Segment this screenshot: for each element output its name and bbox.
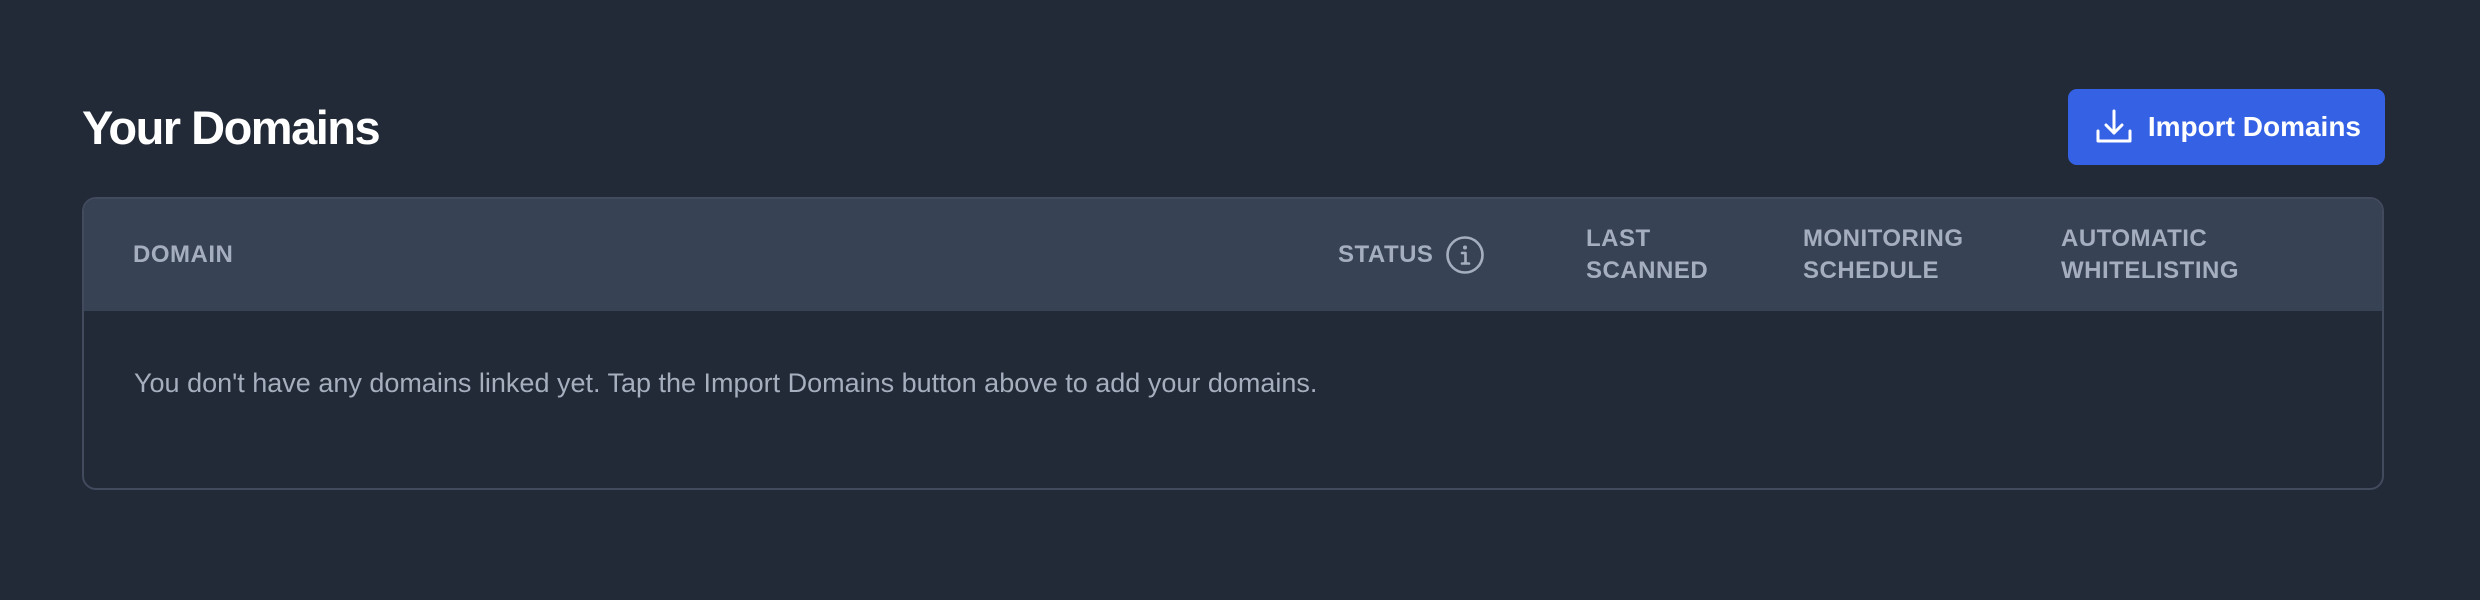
column-header-status-label: STATUS [1338,241,1434,268]
page-title: Your Domains [82,100,381,154]
column-header-automatic-whitelisting[interactable]: AUTOMATIC WHITELISTING [2061,223,2239,287]
column-header-domain[interactable]: DOMAIN [133,239,233,271]
column-header-last-scanned[interactable]: LAST SCANNED [1586,223,1708,287]
column-header-status[interactable]: STATUS [1338,235,1485,275]
table-body: You don't have any domains linked yet. T… [84,311,2382,404]
domains-page: Your Domains Import Domains DOMAIN STATU… [0,0,2480,600]
column-header-monitoring-schedule[interactable]: MONITORING SCHEDULE [1803,223,1964,287]
import-domains-label: Import Domains [2147,111,2361,142]
empty-state-message: You don't have any domains linked yet. T… [134,368,1318,398]
page-header: Your Domains Import Domains [82,88,2385,166]
info-icon[interactable] [1445,235,1485,275]
table-header-row: DOMAIN STATUS LAST SCANNED MONITORING SC… [84,199,2382,311]
download-icon [2094,107,2134,147]
import-domains-button[interactable]: Import Domains [2067,89,2385,165]
domains-table: DOMAIN STATUS LAST SCANNED MONITORING SC… [82,197,2384,490]
